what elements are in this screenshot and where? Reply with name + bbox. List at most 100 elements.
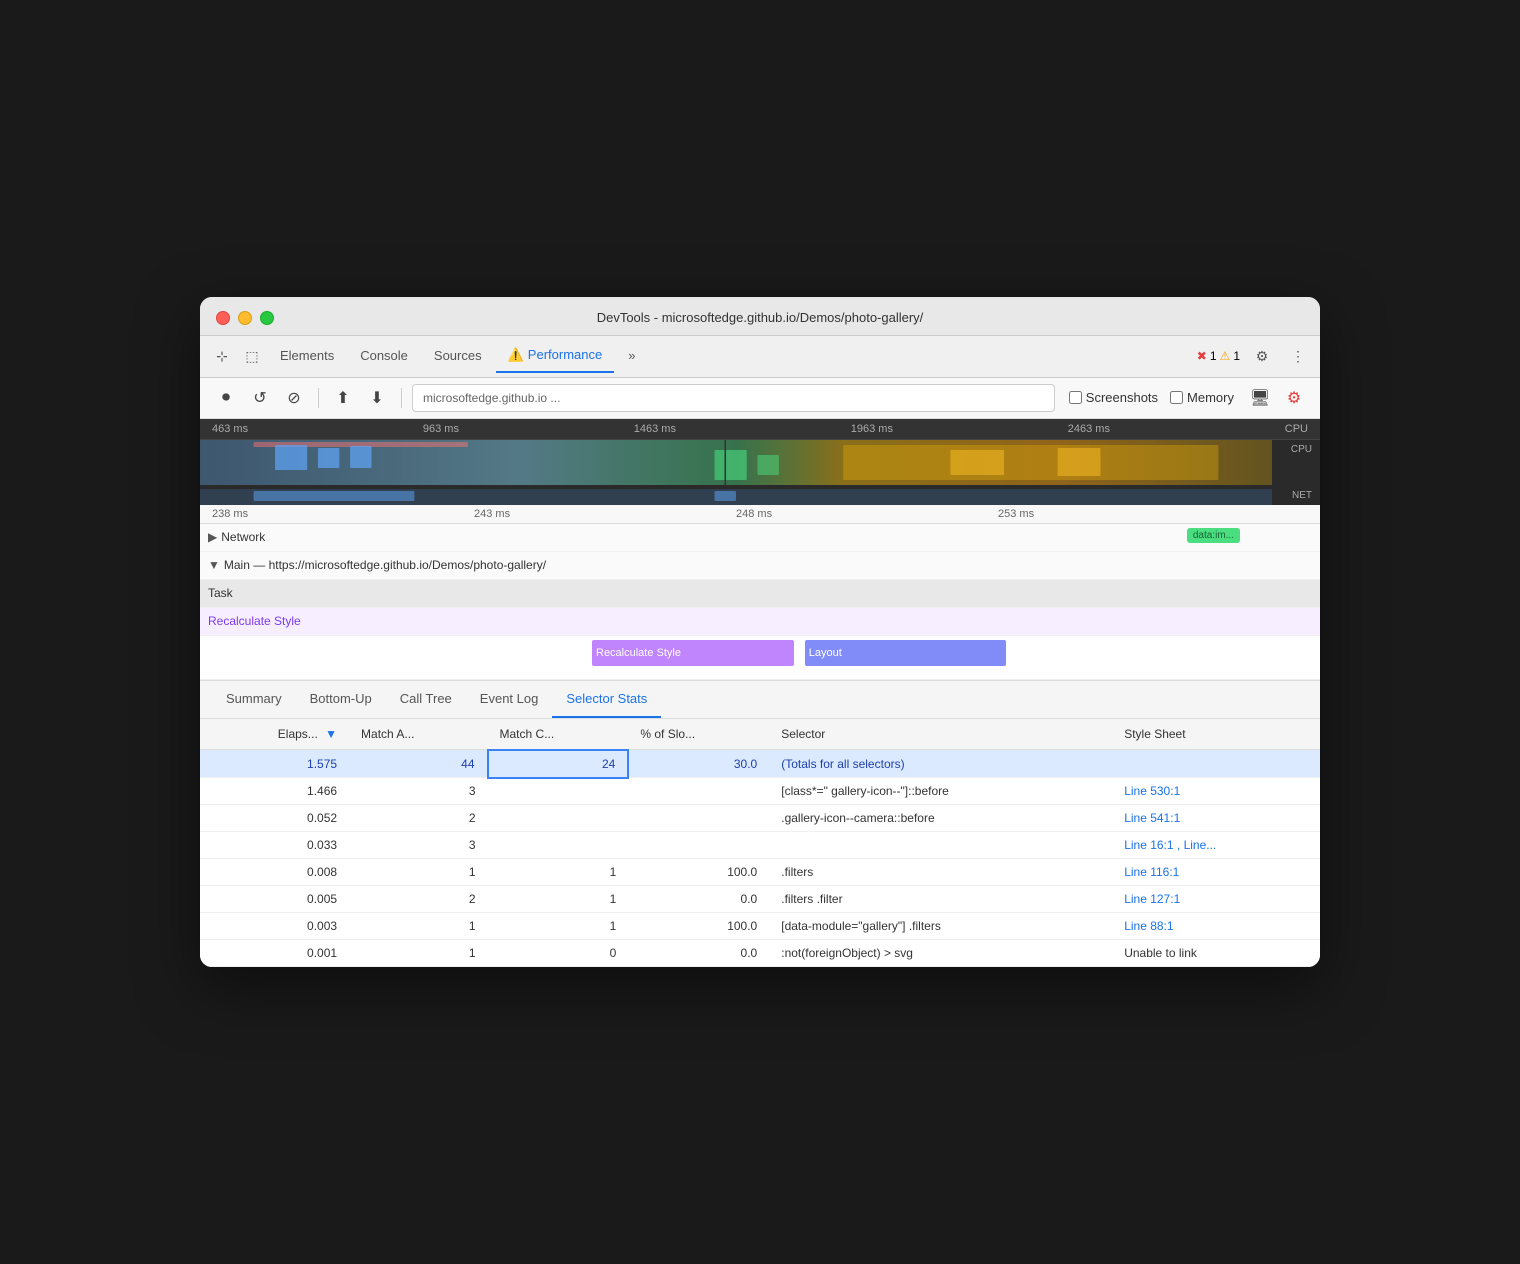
tab-sources[interactable]: Sources [422,340,494,373]
stylesheet-link[interactable]: Line 530:1 [1124,784,1180,798]
recalc-label: Recalculate Style [208,614,301,628]
table-row[interactable]: 1.575 44 24 30.0 (Totals for all selecto… [200,750,1320,778]
tab-bar: ⊹ ⬚ Elements Console Sources ⚠️Performan… [200,336,1320,378]
memory-checkbox[interactable]: Memory [1170,390,1234,405]
collapse-icon[interactable]: ▼ [208,558,220,572]
table-row[interactable]: 0.008 1 1 100.0 .filters Line 116:1 [200,859,1320,886]
time-mark-2: 248 ms [736,508,772,520]
stylesheet-link[interactable]: Line 116:1 [1124,865,1179,879]
col-match-c[interactable]: Match C... [488,719,629,750]
tab-bottom-up[interactable]: Bottom-Up [296,681,386,718]
col-elapsed[interactable]: Elaps... ▼ [200,719,349,750]
tab-elements[interactable]: Elements [268,340,346,373]
minimize-button[interactable] [238,311,252,325]
stylesheet-link[interactable]: Line 16:1 , Line... [1124,838,1216,852]
cell-selector: (Totals for all selectors) [769,750,1112,778]
devtools-window: DevTools - microsoftedge.github.io/Demos… [200,297,1320,968]
tab-console[interactable]: Console [348,340,420,373]
table-row[interactable]: 0.001 1 0 0.0 :not(foreignObject) > svg … [200,940,1320,967]
net-label-right: NET [1292,490,1312,501]
stylesheet-link[interactable]: Line 127:1 [1124,892,1180,906]
data-table: Elaps... ▼ Match A... Match C... % of Sl… [200,719,1320,968]
tab-performance[interactable]: ⚠️Performance [496,339,615,373]
stop-button[interactable]: ⊘ [280,384,308,412]
cpu-label-right: CPU [1291,444,1312,455]
cpu-label: CPU [1285,423,1308,435]
main-label: Main — https://microsoftedge.github.io/D… [224,558,546,572]
net-graph [200,489,1272,505]
ruler-mark-0: 463 ms [212,423,248,435]
unable-to-link: Unable to link [1112,940,1320,967]
layout-bar[interactable]: Layout [805,640,1007,666]
ruler-mark-1: 963 ms [423,423,459,435]
table-row[interactable]: 0.033 3 Line 16:1 , Line... [200,832,1320,859]
timeline-ruler-top: 463 ms 963 ms 1463 ms 1963 ms 2463 ms CP… [200,419,1320,440]
table-row[interactable]: 0.005 2 1 0.0 .filters .filter Line 127:… [200,886,1320,913]
separator [318,388,319,408]
recalc-style-row: Recalculate Style [200,608,1320,636]
sort-icon: ▼ [325,727,337,741]
cell-match-c: 24 [488,750,629,778]
cell-stylesheet [1112,750,1320,778]
network-badge: data:im... [1187,528,1240,543]
settings-gear-button[interactable]: ⚙ [1280,384,1308,412]
cell-elapsed: 1.575 [200,750,349,778]
col-pct-slow[interactable]: % of Slo... [628,719,769,750]
reload-button[interactable]: ↺ [246,384,274,412]
screenshots-checkbox[interactable]: Screenshots [1069,390,1158,405]
toolbar: ⏺ ↺ ⊘ ⬆ ⬇ microsoftedge.github.io ... Sc… [200,378,1320,419]
close-button[interactable] [216,311,230,325]
title-bar: DevTools - microsoftedge.github.io/Demos… [200,297,1320,336]
error-badge: ✖ 1 ⚠ 1 [1197,349,1240,363]
recalc-bar[interactable]: Recalculate Style [592,640,794,666]
warning-icon: ⚠ [1220,349,1231,363]
time-mark-3: 253 ms [998,508,1034,520]
task-label: Task [208,586,233,600]
more-icon[interactable]: ⋮ [1284,342,1312,370]
network-label: Network [221,530,265,544]
col-selector[interactable]: Selector [769,719,1112,750]
ruler-mark-4: 2463 ms [1068,423,1110,435]
url-text: microsoftedge.github.io ... [423,391,560,405]
cell-match-a: 44 [349,750,487,778]
network-row: ▶ Network data:im... [200,524,1320,552]
expand-icon[interactable]: ▶ [208,530,217,544]
stylesheet-link[interactable]: Line 88:1 [1124,919,1173,933]
tab-call-tree[interactable]: Call Tree [386,681,466,718]
time-mark-0: 238 ms [212,508,248,520]
main-row: ▼ Main — https://microsoftedge.github.io… [200,552,1320,580]
timeline-graph[interactable]: CPU NET [200,440,1320,505]
window-title: DevTools - microsoftedge.github.io/Demos… [597,310,924,325]
time-mark-1: 243 ms [474,508,510,520]
table-row[interactable]: 0.003 1 1 100.0 [data-module="gallery"] … [200,913,1320,940]
tab-event-log[interactable]: Event Log [466,681,553,718]
inspect-icon[interactable]: ⊹ [208,342,236,370]
record-button[interactable]: ⏺ [212,384,240,412]
time-ruler-bottom: 238 ms 243 ms 248 ms 253 ms [200,505,1320,524]
ruler-mark-3: 1963 ms [851,423,893,435]
url-bar: microsoftedge.github.io ... [412,384,1055,412]
device-icon[interactable]: ⬚ [238,342,266,370]
warning-count: 1 [1233,349,1240,363]
table-row[interactable]: 1.466 3 [class*=" gallery-icon--"]::befo… [200,778,1320,805]
upload-button[interactable]: ⬆ [329,384,357,412]
table-header-row: Elaps... ▼ Match A... Match C... % of Sl… [200,719,1320,750]
tab-selector-stats[interactable]: Selector Stats [552,681,661,718]
bottom-tabs: Summary Bottom-Up Call Tree Event Log Se… [200,681,1320,719]
col-match-a[interactable]: Match A... [349,719,487,750]
maximize-button[interactable] [260,311,274,325]
screenshot-button[interactable]: 🖥 [1246,384,1274,412]
tab-more[interactable]: » [616,340,647,373]
tab-summary[interactable]: Summary [212,681,296,718]
separator2 [401,388,402,408]
stylesheet-link[interactable]: Line 541:1 [1124,811,1180,825]
error-icon: ✖ [1197,349,1207,363]
error-count: 1 [1210,349,1217,363]
settings-icon[interactable]: ⚙ [1248,342,1276,370]
download-button[interactable]: ⬇ [363,384,391,412]
task-row: Task [200,580,1320,608]
table-row[interactable]: 0.052 2 .gallery-icon--camera::before Li… [200,805,1320,832]
flame-chart: ▶ Network data:im... ▼ Main — https://mi… [200,524,1320,681]
col-stylesheet[interactable]: Style Sheet [1112,719,1320,750]
cell-pct-slow: 30.0 [628,750,769,778]
